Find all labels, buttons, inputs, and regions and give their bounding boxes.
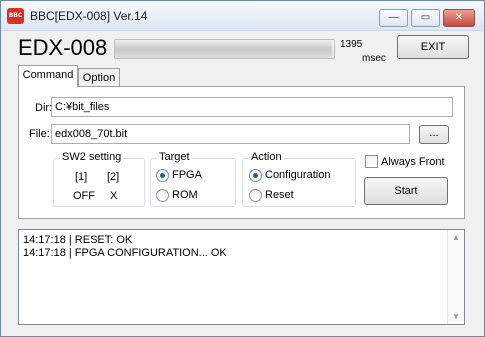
target-rom-radio[interactable] <box>156 189 169 202</box>
sw2-header-2: [2] <box>107 171 120 183</box>
close-button[interactable]: ✕ <box>443 9 475 27</box>
sw2-setting-title: SW2 setting <box>60 151 124 163</box>
sw2-header-1: [1] <box>75 171 88 183</box>
minimize-button[interactable]: — <box>379 9 408 27</box>
sw2-value-1: OFF <box>73 190 95 202</box>
progress-fill <box>115 40 332 58</box>
start-button[interactable]: Start <box>364 177 448 205</box>
file-field[interactable]: edx008_70t.bit <box>51 124 410 144</box>
dir-field[interactable]: C:¥bit_files <box>51 97 453 117</box>
log-scrollbar[interactable]: ▲ ▼ <box>447 230 464 324</box>
action-configuration-label[interactable]: Configuration <box>265 169 330 181</box>
tab-command[interactable]: Command <box>18 65 78 87</box>
scroll-down-arrow-icon[interactable]: ▼ <box>452 312 460 321</box>
action-configuration-radio[interactable] <box>249 169 262 182</box>
action-title: Action <box>249 151 284 163</box>
maximize-button[interactable]: ▭ <box>411 9 440 27</box>
exit-button[interactable]: EXIT <box>397 35 469 59</box>
log-panel[interactable]: 14:17:18 | RESET: OK 14:17:18 | FPGA CON… <box>18 229 465 325</box>
always-front-checkbox[interactable] <box>365 155 378 168</box>
scroll-up-arrow-icon[interactable]: ▲ <box>452 233 460 242</box>
progress-bar <box>114 39 335 59</box>
file-label: File: <box>29 128 50 140</box>
browse-button[interactable]: ... <box>419 125 449 144</box>
target-fpga-label[interactable]: FPGA <box>172 169 202 181</box>
log-line: 14:17:18 | FPGA CONFIGURATION... OK <box>23 247 227 259</box>
dir-label: Dir: <box>35 102 53 114</box>
sw2-value-2: X <box>110 190 118 202</box>
app-window: BBC BBC[EDX-008] Ver.14 — ▭ ✕ EDX-008 13… <box>0 0 485 337</box>
log-line: 14:17:18 | RESET: OK <box>23 234 133 246</box>
target-rom-label[interactable]: ROM <box>172 189 198 201</box>
target-fpga-radio[interactable] <box>156 169 169 182</box>
sw2-setting-group: SW2 setting <box>53 151 145 207</box>
tab-option[interactable]: Option <box>78 68 120 88</box>
action-reset-radio[interactable] <box>249 189 262 202</box>
always-front-label[interactable]: Always Front <box>381 156 445 168</box>
app-logo-icon: BBC <box>7 8 24 24</box>
action-reset-label[interactable]: Reset <box>265 189 294 201</box>
elapsed-time-value: 1395 <box>340 39 363 50</box>
device-name: EDX-008 <box>18 35 108 60</box>
window-title: BBC[EDX-008] Ver.14 <box>30 9 148 23</box>
target-title: Target <box>157 151 192 163</box>
elapsed-time-unit: msec <box>362 53 386 64</box>
title-bar[interactable]: BBC BBC[EDX-008] Ver.14 — ▭ ✕ <box>1 1 484 31</box>
